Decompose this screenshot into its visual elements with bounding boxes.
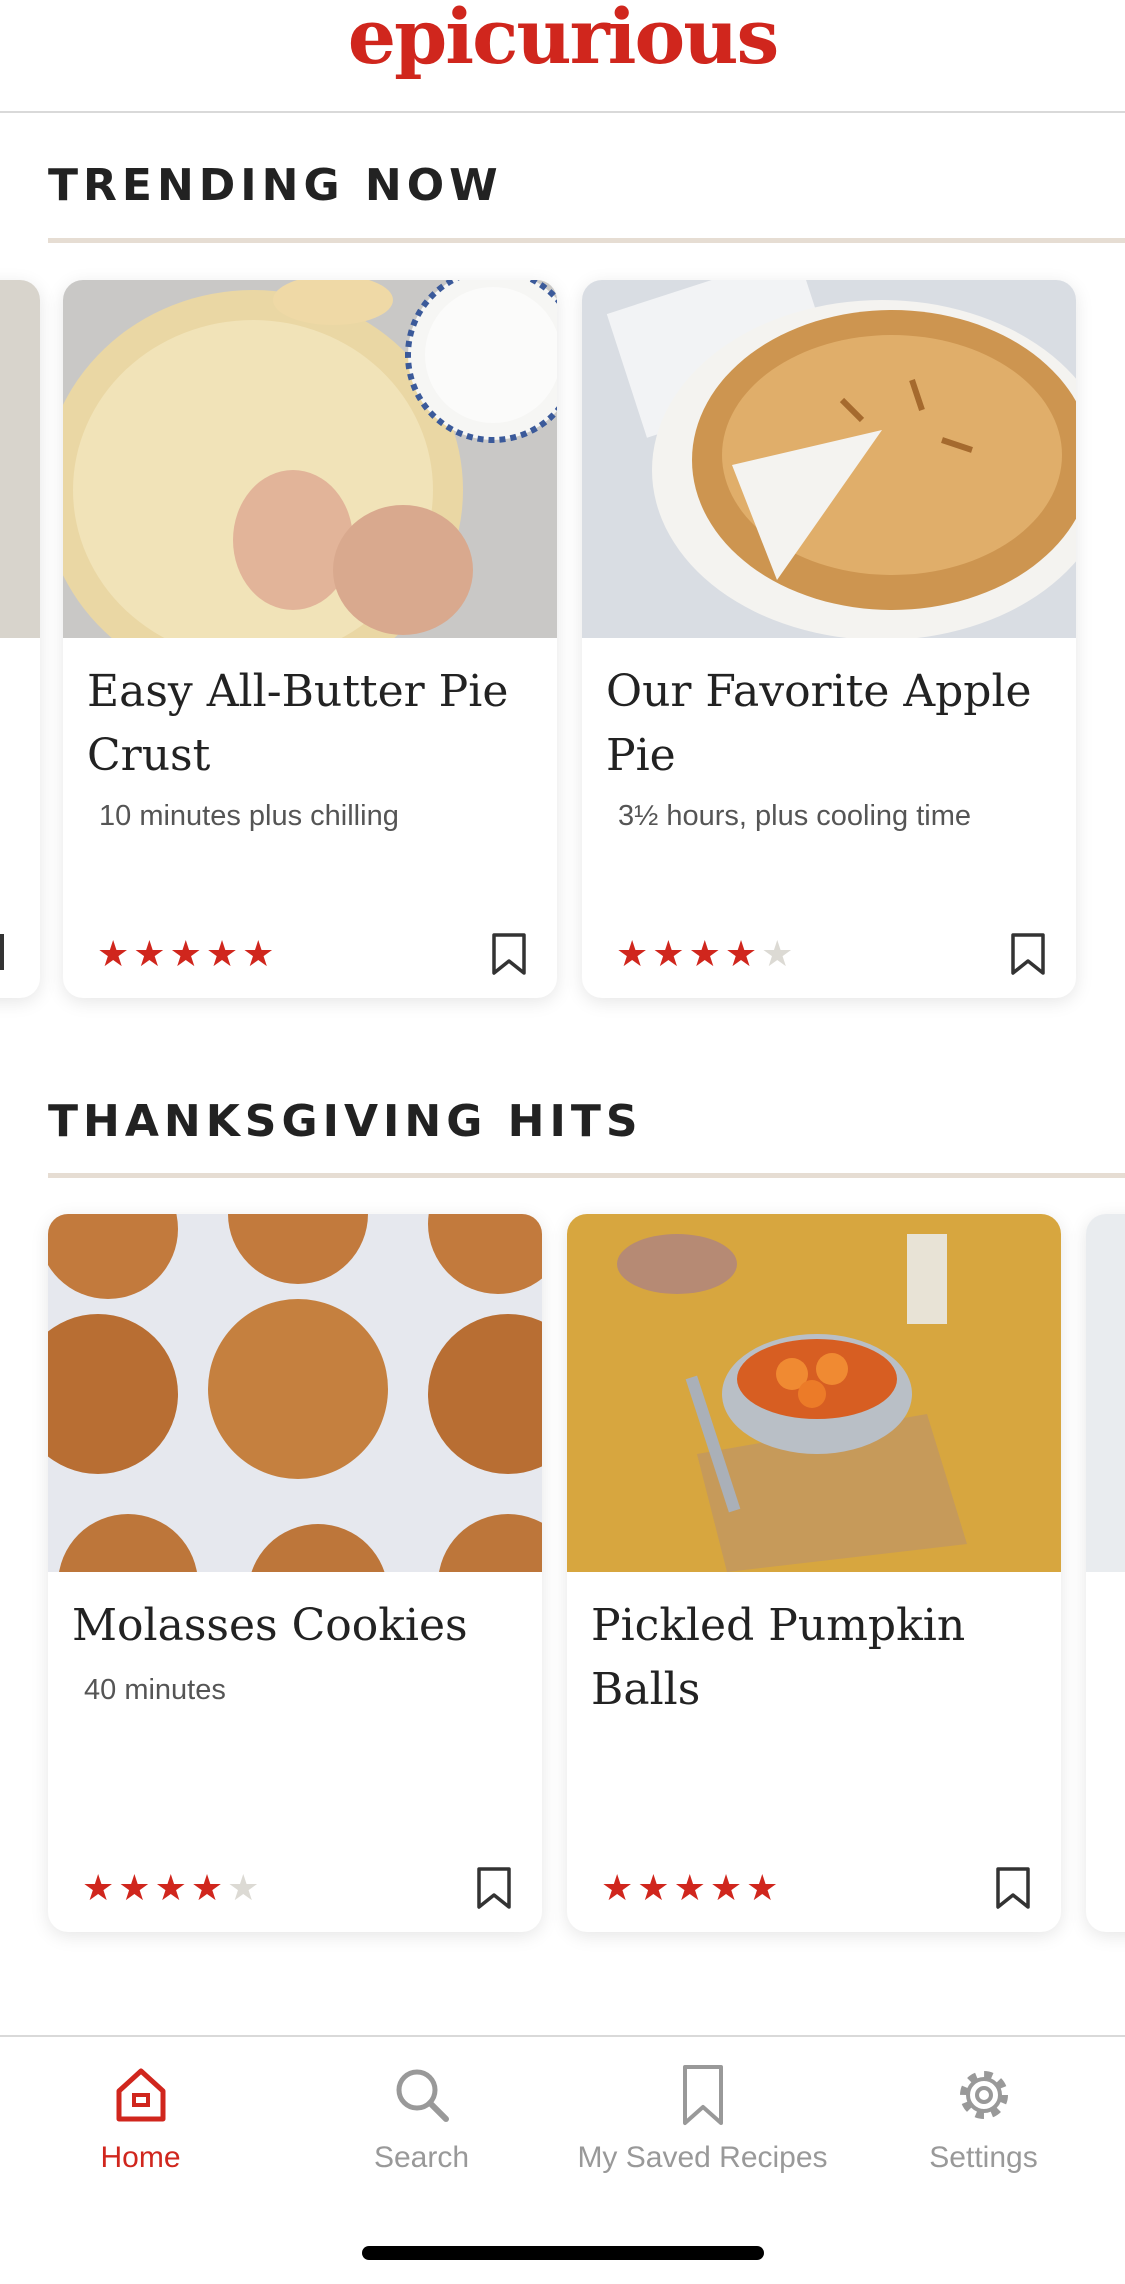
recipe-card[interactable]: Molasses Cookies 40 minutes ★★★★★	[48, 1214, 542, 1932]
star-icon: ★	[688, 933, 725, 974]
star-icon: ★	[709, 1867, 747, 1908]
section-divider	[48, 238, 1125, 243]
nav-label: My Saved Recipes	[577, 2141, 828, 2174]
rating-stars: ★★★★★	[82, 1868, 263, 1908]
nav-label: Search	[373, 2141, 470, 2174]
star-icon: ★	[118, 1867, 155, 1908]
app-header: epicurious	[0, 0, 1125, 113]
bookmark-icon[interactable]	[1010, 932, 1046, 976]
star-icon: ★	[169, 933, 206, 974]
section-title-trending: TRENDING NOW	[48, 160, 503, 211]
recipe-card[interactable]: Pickled Pumpkin Balls ★★★★★	[567, 1214, 1061, 1932]
star-icon: ★	[227, 1867, 264, 1908]
star-icon: ★	[724, 933, 762, 974]
recipe-title[interactable]: Pickled Pumpkin Balls	[591, 1594, 1041, 1722]
section-title-thanksgiving: THANKSGIVING HITS	[48, 1096, 643, 1147]
recipe-title[interactable]: Molasses Cookies	[72, 1594, 522, 1658]
nav-search[interactable]: Search	[281, 2063, 562, 2175]
star-icon: ★	[601, 1867, 638, 1908]
gear-icon	[959, 2071, 1008, 2119]
rating-stars: ★★★★★	[97, 934, 278, 974]
epicurious-logo[interactable]: epicurious	[0, 0, 1125, 81]
star-icon: ★	[761, 933, 798, 974]
home-icon	[116, 2068, 165, 2122]
star-icon: ★	[637, 1867, 674, 1908]
nav-home[interactable]: Home	[0, 2063, 281, 2175]
home-indicator	[362, 2246, 764, 2260]
star-icon: ★	[190, 1867, 228, 1908]
rating-stars: ★★★★★	[601, 1868, 782, 1908]
star-icon: ★	[205, 933, 243, 974]
recipe-time: 10 minutes plus chilling	[99, 800, 399, 832]
bookmark-icon[interactable]	[476, 1866, 512, 1910]
rating-stars: ★★★★★	[616, 934, 797, 974]
recipe-time: 3½ hours, plus cooling time	[618, 800, 972, 832]
recipe-card-partial[interactable]	[1086, 1214, 1125, 1932]
recipe-card-partial[interactable]	[0, 280, 40, 998]
bookmark-icon[interactable]	[491, 932, 527, 976]
recipe-photo-pickled-pumpkin	[567, 1214, 1061, 1572]
star-icon: ★	[242, 933, 279, 974]
recipe-time: 40 minutes	[84, 1674, 226, 1706]
bookmark-icon[interactable]	[995, 1866, 1031, 1910]
nav-label: Home	[100, 2141, 181, 2174]
star-icon: ★	[652, 933, 689, 974]
recipe-photo-molasses-cookies	[48, 1214, 542, 1572]
recipe-card[interactable]: Our Favorite Apple Pie 3½ hours, plus co…	[582, 280, 1076, 998]
section-divider	[48, 1173, 1125, 1178]
bookmark-icon	[682, 2065, 723, 2125]
recipe-photo-apple-pie	[582, 280, 1076, 638]
nav-saved-recipes[interactable]: My Saved Recipes	[562, 2063, 843, 2175]
star-icon: ★	[82, 1867, 119, 1908]
recipe-photo-pie-crust	[63, 280, 557, 638]
recipe-title[interactable]: Our Favorite Apple Pie	[606, 660, 1056, 788]
star-icon: ★	[673, 1867, 710, 1908]
star-icon: ★	[97, 933, 134, 974]
recipe-card[interactable]: Easy All-Butter Pie Crust 10 minutes plu…	[63, 280, 557, 998]
nav-settings[interactable]: Settings	[843, 2063, 1124, 2175]
nav-label: Settings	[929, 2141, 1038, 2174]
star-icon: ★	[746, 1867, 783, 1908]
star-icon: ★	[133, 933, 170, 974]
star-icon: ★	[154, 1867, 191, 1908]
star-icon: ★	[616, 933, 653, 974]
recipe-title[interactable]: Easy All-Butter Pie Crust	[87, 660, 537, 788]
search-icon	[396, 2069, 449, 2122]
